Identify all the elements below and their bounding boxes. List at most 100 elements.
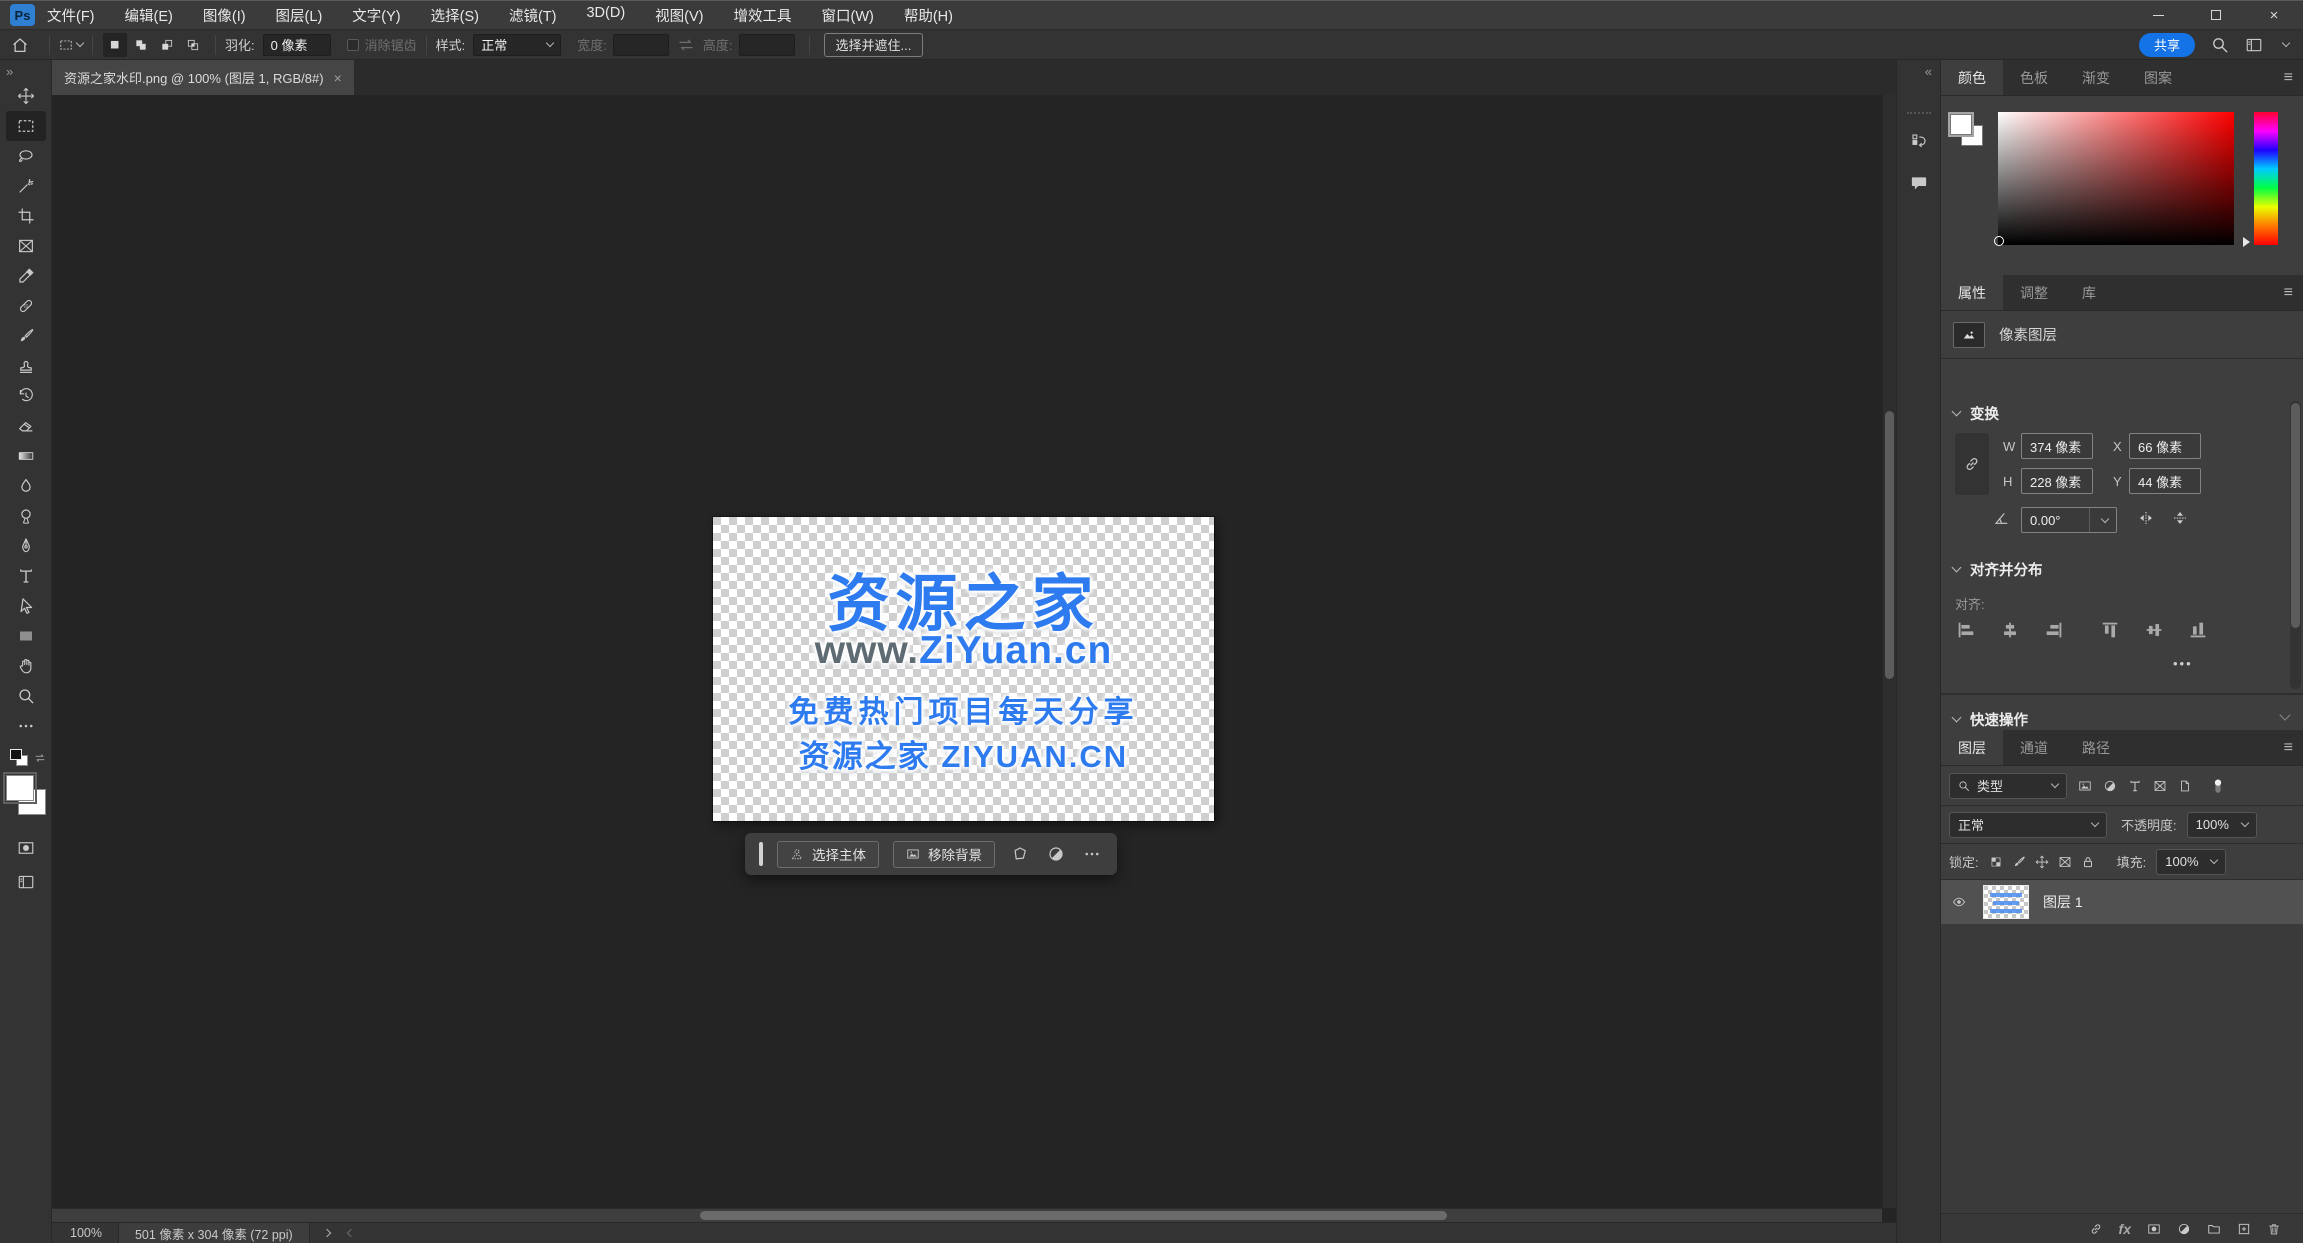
tool-pen[interactable]: [6, 531, 46, 561]
subtract-selection-mode[interactable]: [155, 33, 179, 57]
maximize-button[interactable]: [2187, 1, 2245, 29]
toolbar-collapse-icon[interactable]: »: [6, 64, 13, 79]
rotation-field[interactable]: 0.00°: [2021, 507, 2117, 533]
tool-brush[interactable]: [6, 321, 46, 351]
tool-rectangular-marquee[interactable]: [5, 111, 46, 141]
feather-input[interactable]: 0 像素: [262, 33, 331, 56]
tool-frame[interactable]: [6, 231, 46, 261]
share-button[interactable]: 共享: [2138, 32, 2195, 57]
vertical-scrollbar[interactable]: [1882, 95, 1896, 1208]
search-icon[interactable]: [2211, 36, 2229, 54]
scroll-more-icon[interactable]: [2279, 709, 2291, 721]
fill-select[interactable]: 100%: [2156, 848, 2227, 875]
lock-artboard-icon[interactable]: [2058, 855, 2072, 869]
comments-panel-button[interactable]: [1904, 168, 1934, 198]
layer-thumbnail[interactable]: [1983, 885, 2029, 919]
link-layers-icon[interactable]: [2089, 1222, 2103, 1236]
tool-gradient[interactable]: [6, 441, 46, 471]
adjustments-button[interactable]: [1045, 845, 1067, 863]
status-expand-icon[interactable]: [322, 1228, 331, 1238]
panel-scrollbar[interactable]: [2290, 401, 2301, 689]
transform-button[interactable]: [1009, 845, 1031, 863]
rotation-dropdown[interactable]: [2089, 508, 2110, 532]
flip-horizontal-icon[interactable]: [2137, 509, 2155, 527]
tab-swatches[interactable]: 色板: [2003, 60, 2065, 95]
width-field[interactable]: 374 像素: [2021, 433, 2093, 459]
document-close-icon[interactable]: ×: [334, 70, 342, 86]
color-swatches[interactable]: [2, 772, 48, 817]
tool-crop[interactable]: [6, 201, 46, 231]
zoom-level[interactable]: 100%: [52, 1226, 118, 1240]
color-picker-ring[interactable]: [1994, 236, 2004, 246]
new-layer-icon[interactable]: [2237, 1222, 2251, 1236]
tool-clone-stamp[interactable]: [6, 351, 46, 381]
tab-adjustments[interactable]: 调整: [2003, 275, 2065, 310]
hue-strip[interactable]: [2254, 112, 2278, 245]
tab-paths[interactable]: 路径: [2065, 730, 2127, 765]
layer-name[interactable]: 图层 1: [2043, 892, 2083, 912]
tool-move[interactable]: [6, 81, 46, 111]
align-right-icon[interactable]: [2043, 619, 2065, 641]
lock-transparent-icon[interactable]: [1989, 855, 2003, 869]
tool-path-selection[interactable]: [6, 591, 46, 621]
panel-color-swatches[interactable]: [1948, 112, 1990, 154]
add-mask-icon[interactable]: [2147, 1222, 2161, 1236]
history-panel-button[interactable]: [1904, 126, 1934, 156]
width-input[interactable]: [612, 33, 669, 56]
link-dimensions-button[interactable]: [1955, 433, 1989, 495]
filter-pixel-layers-icon[interactable]: [2078, 779, 2092, 793]
style-select[interactable]: 正常: [473, 33, 562, 56]
filter-type-layers-icon[interactable]: [2128, 779, 2142, 793]
quick-actions-header[interactable]: 快速操作: [1951, 709, 2028, 730]
menu-file[interactable]: 文件(F): [47, 5, 95, 26]
menu-view[interactable]: 视图(V): [655, 5, 703, 26]
menu-plugins[interactable]: 增效工具: [734, 5, 792, 26]
panel-menu-icon[interactable]: ≡: [2284, 284, 2293, 302]
document-size-info[interactable]: 501 像素 x 304 像素 (72 ppi): [117, 1223, 310, 1243]
tool-preset[interactable]: [59, 38, 85, 52]
select-and-mask-button[interactable]: 选择并遮住...: [823, 32, 924, 57]
align-center-v-icon[interactable]: [2143, 619, 2165, 641]
panel-menu-icon[interactable]: ≡: [2284, 739, 2293, 757]
menu-select[interactable]: 选择(S): [431, 5, 479, 26]
filter-smart-objects-icon[interactable]: [2178, 779, 2192, 793]
delete-layer-icon[interactable]: [2267, 1222, 2281, 1236]
lock-paint-icon[interactable]: [2012, 855, 2026, 869]
tab-color[interactable]: 颜色: [1941, 60, 2003, 95]
tab-channels[interactable]: 通道: [2003, 730, 2065, 765]
tool-eyedropper[interactable]: [6, 261, 46, 291]
intersect-selection-mode[interactable]: [181, 33, 205, 57]
more-align-options-icon[interactable]: •••: [2173, 656, 2193, 671]
horizontal-scrollbar-thumb[interactable]: [700, 1211, 1447, 1220]
transform-section-header[interactable]: 变换: [1951, 403, 1999, 424]
flip-vertical-icon[interactable]: [2171, 509, 2189, 527]
align-left-icon[interactable]: [1955, 619, 1977, 641]
tab-patterns[interactable]: 图案: [2127, 60, 2189, 95]
tool-dodge[interactable]: [6, 501, 46, 531]
y-field[interactable]: 44 像素: [2129, 468, 2201, 494]
tool-hand[interactable]: [6, 651, 46, 681]
opacity-select[interactable]: 100%: [2186, 811, 2257, 838]
align-section-header[interactable]: 对齐并分布: [1951, 559, 2043, 580]
canvas-viewport[interactable]: 资源之家 www.ZiYuan.cn 免费热门项目每天分享 资源之家 ZIYUA…: [52, 95, 1896, 1222]
expand-panels-icon[interactable]: «: [1925, 64, 1932, 79]
filter-type-select[interactable]: 类型: [1949, 772, 2067, 799]
new-selection-mode[interactable]: [103, 32, 127, 57]
height-field[interactable]: 228 像素: [2021, 468, 2093, 494]
filter-adjustment-layers-icon[interactable]: [2103, 779, 2117, 793]
close-button[interactable]: ×: [2245, 1, 2303, 29]
minimize-button[interactable]: [2129, 1, 2187, 29]
tool-type[interactable]: [6, 561, 46, 591]
filter-shape-layers-icon[interactable]: [2153, 779, 2167, 793]
default-colors-button[interactable]: [9, 749, 36, 771]
quick-mask-button[interactable]: [6, 833, 46, 863]
menu-layer[interactable]: 图层(L): [276, 5, 323, 26]
align-top-icon[interactable]: [2099, 619, 2121, 641]
foreground-color-swatch[interactable]: [2, 772, 37, 804]
menu-edit[interactable]: 编辑(E): [125, 5, 173, 26]
taskbar-drag-handle[interactable]: [759, 842, 763, 866]
menu-help[interactable]: 帮助(H): [904, 5, 953, 26]
tool-spot-healing[interactable]: [6, 291, 46, 321]
tool-lasso[interactable]: [6, 141, 46, 171]
remove-background-button[interactable]: 移除背景: [893, 840, 995, 868]
